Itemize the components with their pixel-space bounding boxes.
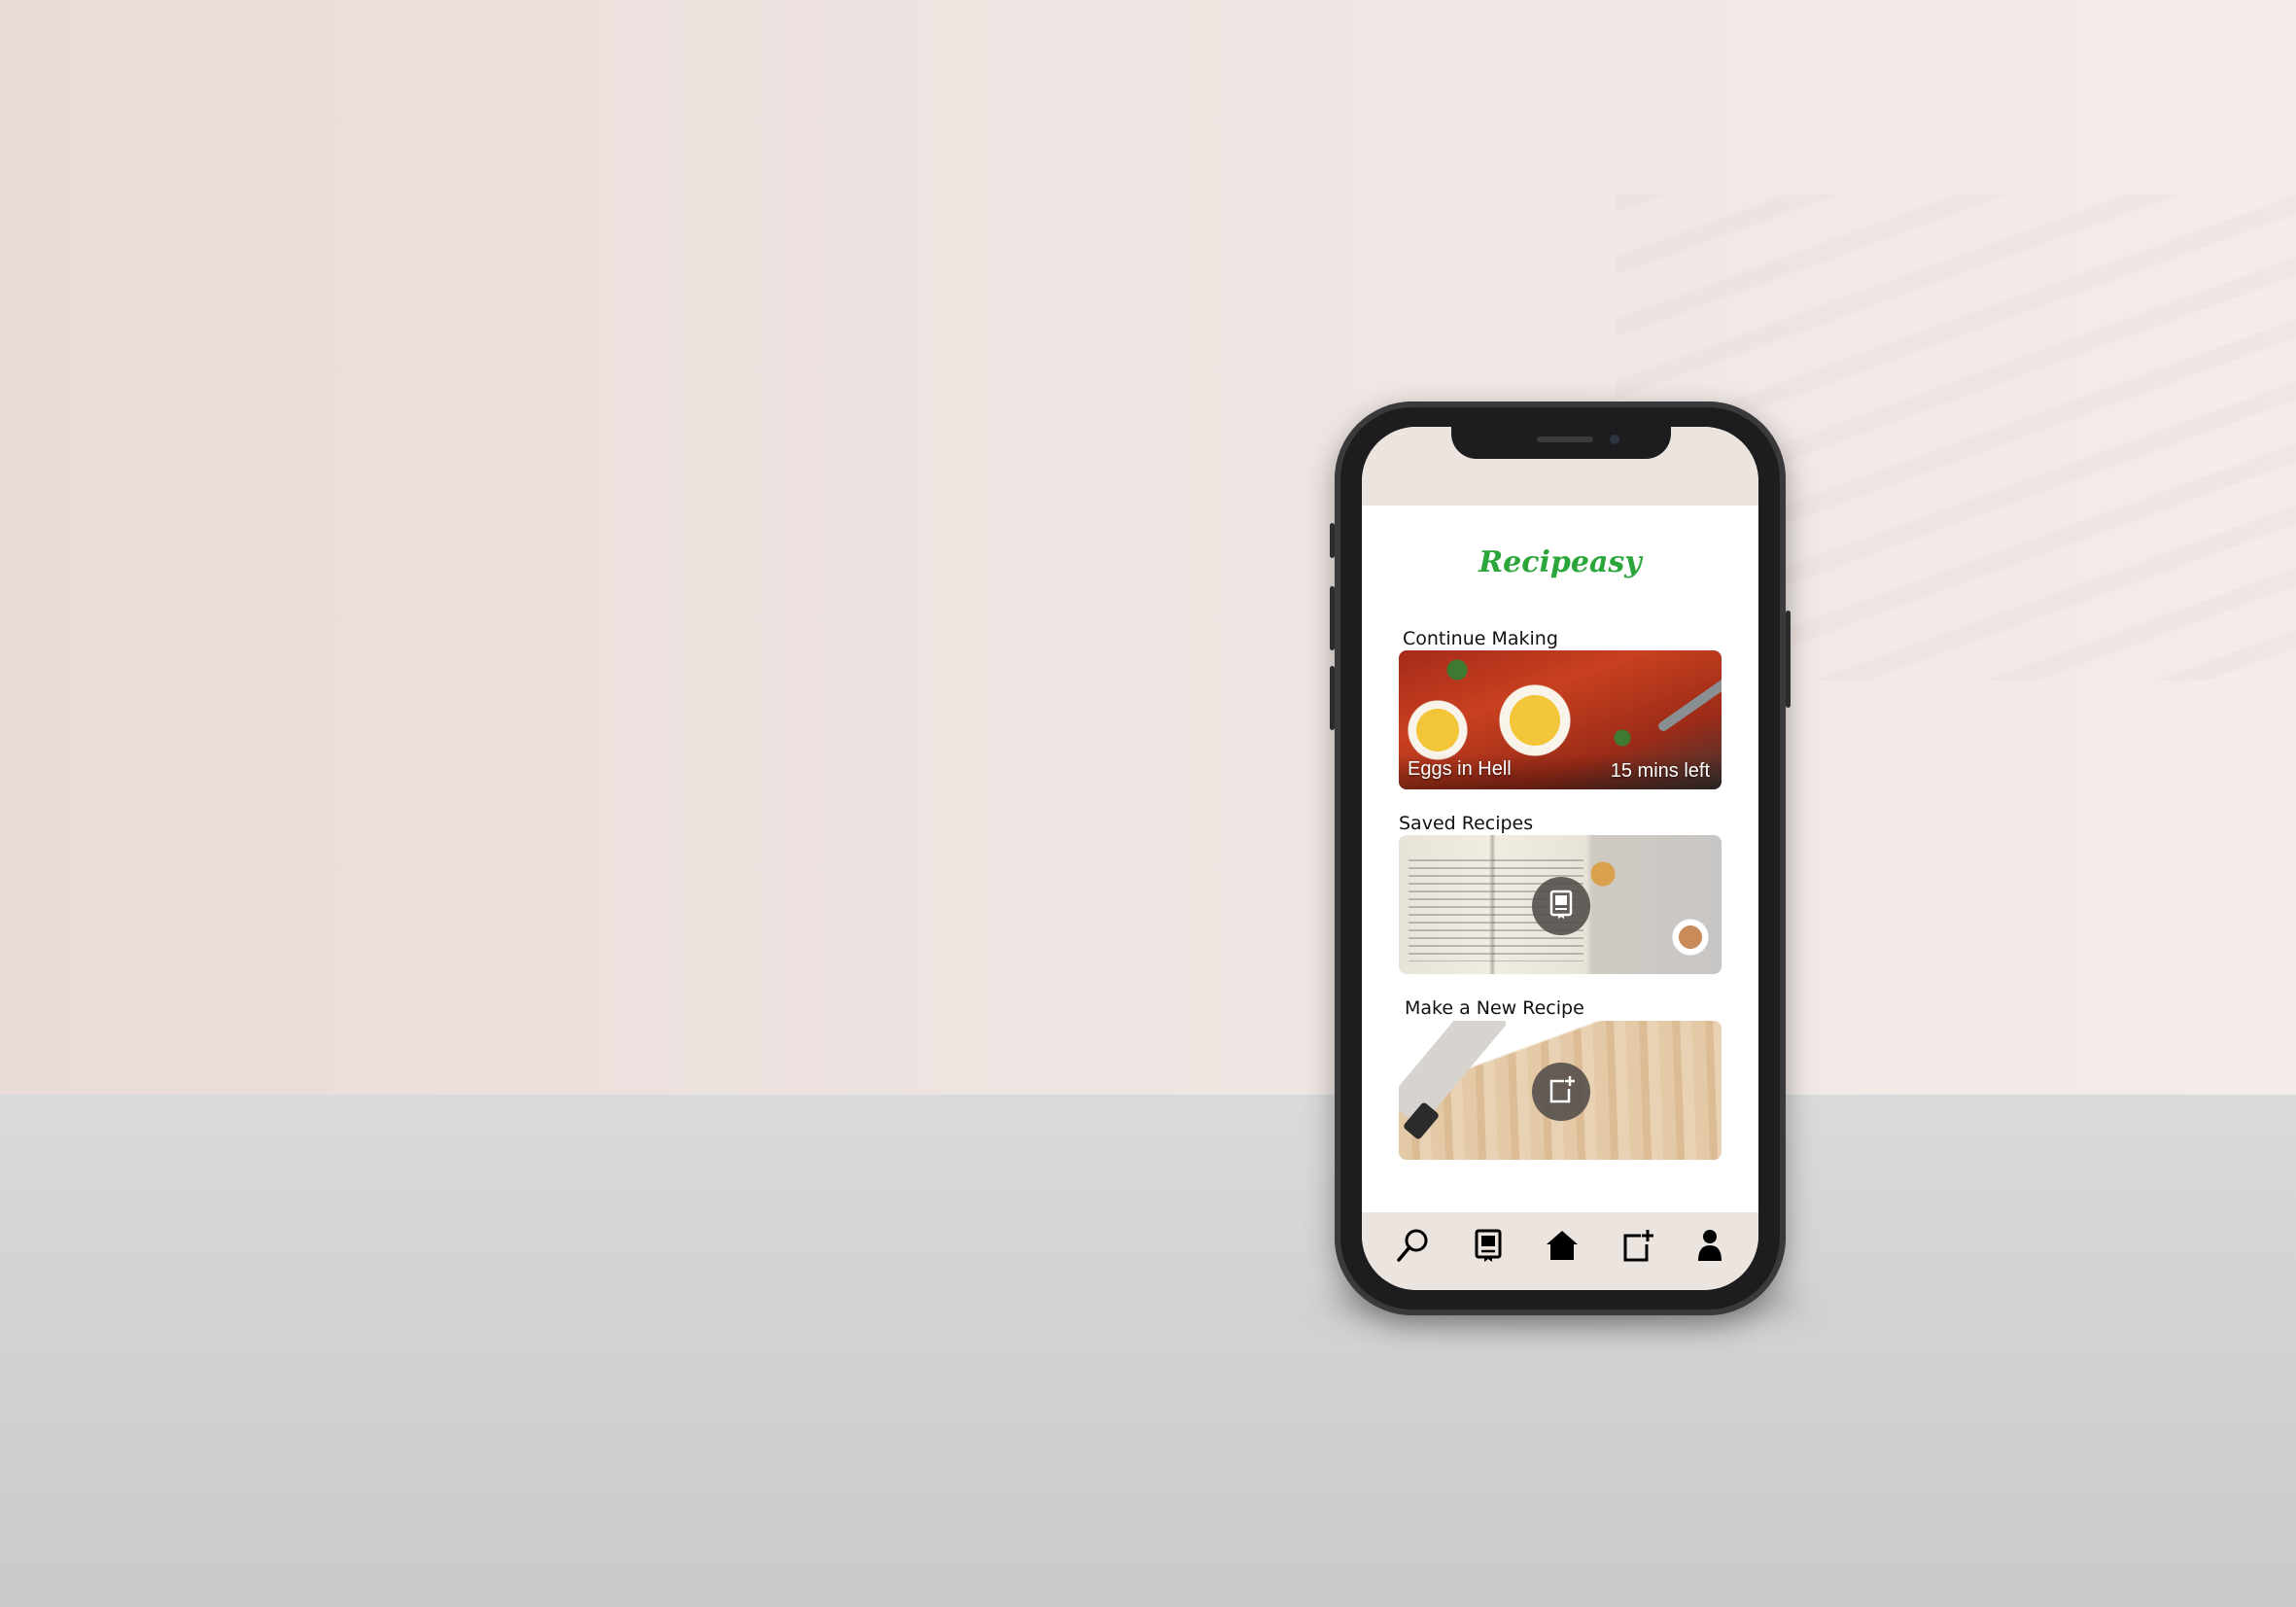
power-button xyxy=(1786,611,1791,708)
spoon-illustration xyxy=(1656,675,1722,733)
saved-recipes-card[interactable] xyxy=(1399,835,1722,974)
recipe-book-icon xyxy=(1547,889,1576,925)
bottom-tab-bar xyxy=(1362,1212,1758,1290)
tab-new-recipe[interactable] xyxy=(1618,1228,1657,1267)
speaker-grille xyxy=(1537,437,1593,442)
app-title: Recipeasy xyxy=(1478,545,1642,579)
phone-screen: Recipeasy Continue Making Eggs in Hell 1… xyxy=(1362,427,1758,1290)
saved-recipes-label: Saved Recipes xyxy=(1399,813,1534,834)
new-recipe-button[interactable] xyxy=(1532,1063,1590,1121)
continue-making-card[interactable]: Eggs in Hell 15 mins left xyxy=(1399,650,1722,789)
notch xyxy=(1451,427,1671,459)
add-document-icon xyxy=(1546,1074,1577,1110)
front-camera xyxy=(1610,435,1619,444)
home-icon xyxy=(1545,1229,1580,1267)
add-document-icon xyxy=(1620,1228,1655,1268)
time-left: 15 mins left xyxy=(1610,760,1710,782)
background-floor xyxy=(0,1095,2296,1607)
tab-home[interactable] xyxy=(1543,1228,1582,1267)
volume-up-button xyxy=(1330,523,1335,558)
recipe-name: Eggs in Hell xyxy=(1408,758,1512,780)
new-recipe-label: Make a New Recipe xyxy=(1405,997,1584,1019)
tab-search[interactable] xyxy=(1393,1228,1432,1267)
volume-down-button-2 xyxy=(1330,666,1335,730)
phone-frame: Recipeasy Continue Making Eggs in Hell 1… xyxy=(1330,402,1791,1315)
volume-down-button xyxy=(1330,586,1335,650)
tab-profile[interactable] xyxy=(1690,1228,1729,1267)
search-icon xyxy=(1395,1228,1430,1268)
saved-recipes-button[interactable] xyxy=(1532,877,1590,935)
tab-recipe-book[interactable] xyxy=(1469,1228,1508,1267)
background-wall xyxy=(0,0,2296,1095)
continue-making-label: Continue Making xyxy=(1403,628,1558,649)
new-recipe-card[interactable] xyxy=(1399,1021,1722,1160)
profile-icon xyxy=(1695,1229,1724,1267)
recipe-book-icon xyxy=(1473,1228,1504,1268)
